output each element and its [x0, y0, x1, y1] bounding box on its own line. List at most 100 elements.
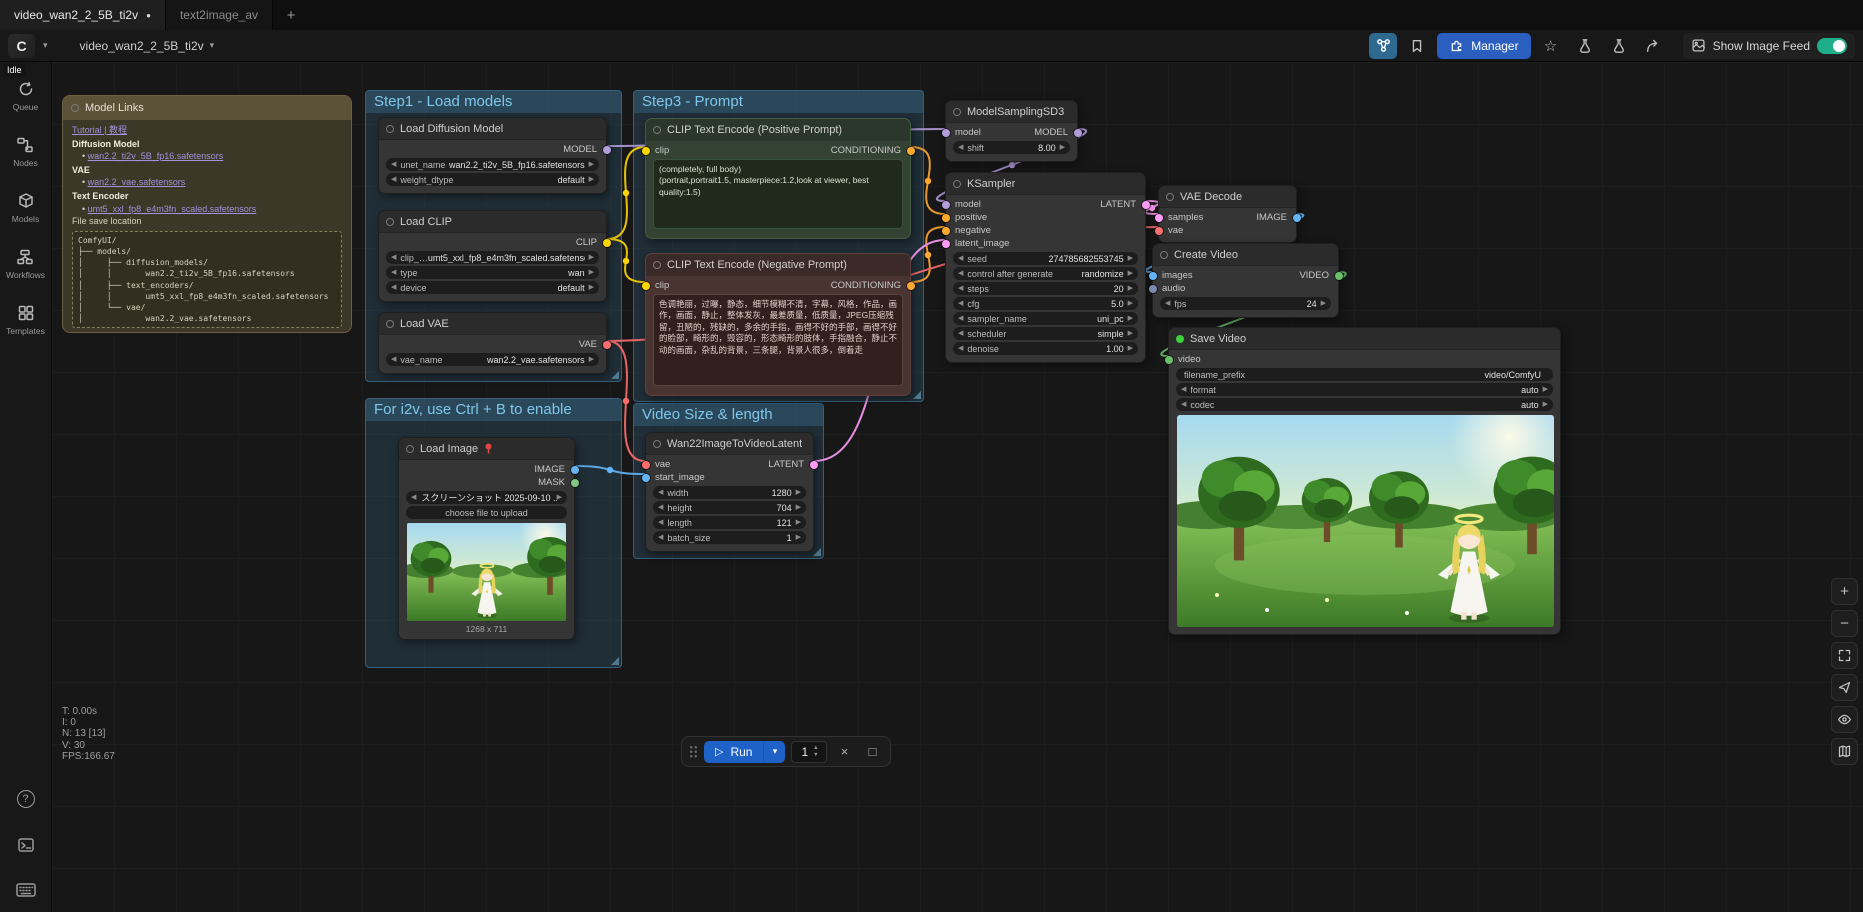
zoom-in-button[interactable]: [1831, 578, 1858, 605]
comfyui-logo[interactable]: C: [8, 34, 35, 58]
prev-arrow-icon[interactable]: [958, 315, 963, 322]
collapse-dot[interactable]: [1166, 193, 1174, 201]
widget-image-file[interactable]: スクリーンショット 2025-09-10 ...: [406, 491, 567, 504]
node-clip-text-encode-positive[interactable]: CLIP Text Encode (Positive Prompt) clip …: [645, 118, 911, 239]
collapse-dot[interactable]: [71, 104, 79, 112]
collapse-dot[interactable]: [1160, 251, 1168, 259]
node-create-video[interactable]: Create Video images VIDEO audio fps24: [1152, 243, 1339, 318]
share-button[interactable]: [1639, 33, 1667, 59]
prev-arrow-icon[interactable]: [958, 255, 963, 262]
output-dot-clip[interactable]: [603, 239, 611, 247]
prompt-textarea[interactable]: (completely, full body) (portrait,portra…: [653, 159, 903, 229]
model-link[interactable]: wan2.2_ti2v_5B_fp16.safetensors: [88, 151, 224, 161]
prev-arrow-icon[interactable]: [411, 494, 416, 501]
next-arrow-icon[interactable]: [1128, 270, 1133, 277]
sidebar-item-nodes[interactable]: Nodes: [13, 136, 38, 168]
output-dot-image[interactable]: [571, 466, 579, 474]
next-arrow-icon[interactable]: [1128, 285, 1133, 292]
node-load-clip[interactable]: Load CLIP CLIP clip_…umt5_xxl_fp8_e4m3fn…: [378, 210, 607, 302]
widget-filename-prefix[interactable]: filename_prefixvideo/ComfyU: [1176, 368, 1553, 381]
prev-arrow-icon[interactable]: [658, 504, 663, 511]
widget-fps[interactable]: fps24: [1160, 297, 1331, 310]
prev-arrow-icon[interactable]: [658, 489, 663, 496]
input-dot-video[interactable]: [1165, 356, 1173, 364]
widget-unet-name[interactable]: unet_namewan2.2_ti2v_5B_fp16.safetensors: [386, 158, 599, 171]
next-arrow-icon[interactable]: [1321, 300, 1326, 307]
collapse-dot[interactable]: [953, 108, 961, 116]
widget-shift[interactable]: shift8.00: [953, 141, 1070, 154]
upload-button[interactable]: choose file to upload: [406, 506, 567, 519]
manager-button[interactable]: Manager: [1437, 33, 1530, 59]
node-header[interactable]: Load CLIP: [379, 211, 606, 233]
fit-view-button[interactable]: [1831, 642, 1858, 669]
increment-icon[interactable]: [813, 745, 818, 752]
node-header[interactable]: Load VAE: [379, 313, 606, 335]
widget-weight-dtype[interactable]: weight_dtypedefault: [386, 173, 599, 186]
prev-arrow-icon[interactable]: [658, 519, 663, 526]
widget-cfg[interactable]: cfg5.0: [953, 297, 1138, 310]
widget-format[interactable]: formatauto: [1176, 383, 1553, 396]
node-model-links-note[interactable]: Model Links Tutorial | 教程 Diffusion Mode…: [62, 95, 352, 333]
node-vae-decode[interactable]: VAE Decode samples IMAGE vae: [1158, 185, 1297, 243]
tutorial-link[interactable]: Tutorial | 教程: [72, 125, 127, 135]
prev-arrow-icon[interactable]: [958, 345, 963, 352]
widget-seed[interactable]: seed274785682553745: [953, 252, 1138, 265]
input-dot-start-image[interactable]: [642, 474, 650, 482]
sidebar-item-models[interactable]: Models: [12, 192, 39, 224]
next-arrow-icon[interactable]: [557, 494, 562, 501]
drag-handle[interactable]: [689, 745, 698, 759]
node-save-video[interactable]: Save Video video filename_prefixvideo/Co…: [1168, 327, 1561, 635]
node-header[interactable]: CLIP Text Encode (Positive Prompt): [646, 119, 910, 141]
prev-arrow-icon[interactable]: [1181, 401, 1186, 408]
decrement-icon[interactable]: [813, 752, 818, 759]
prev-arrow-icon[interactable]: [391, 284, 396, 291]
widget-width[interactable]: width1280: [653, 486, 806, 499]
input-dot-negative[interactable]: [942, 227, 950, 235]
collapse-dot[interactable]: [386, 218, 394, 226]
collapse-dot[interactable]: [406, 445, 414, 453]
widget-clip-name[interactable]: clip_…umt5_xxl_fp8_e4m3fn_scaled.safeten…: [386, 251, 599, 264]
output-dot-model[interactable]: [603, 146, 611, 154]
widget-denoise[interactable]: denoise1.00: [953, 342, 1138, 355]
input-dot-clip[interactable]: [642, 147, 650, 155]
output-dot-conditioning[interactable]: [907, 147, 915, 155]
tab-text2image[interactable]: text2image_av: [166, 0, 273, 30]
prev-arrow-icon[interactable]: [391, 269, 396, 276]
widget-codec[interactable]: codecauto: [1176, 398, 1553, 411]
next-arrow-icon[interactable]: [589, 254, 594, 261]
chevron-down-icon[interactable]: [43, 40, 48, 51]
next-arrow-icon[interactable]: [589, 161, 594, 168]
next-arrow-icon[interactable]: [796, 504, 801, 511]
output-dot-vae[interactable]: [603, 341, 611, 349]
input-dot-vae[interactable]: [642, 461, 650, 469]
collapse-dot[interactable]: [653, 126, 661, 134]
node-load-diffusion-model[interactable]: Load Diffusion Model MODEL unet_namewan2…: [378, 117, 607, 194]
input-dot-clip[interactable]: [642, 282, 650, 290]
toggle-visibility-button[interactable]: [1831, 706, 1858, 733]
output-dot-mask[interactable]: [571, 479, 579, 487]
widget-sampler-name[interactable]: sampler_nameuni_pc: [953, 312, 1138, 325]
output-dot-latent[interactable]: [1142, 201, 1150, 209]
prev-arrow-icon[interactable]: [958, 144, 963, 151]
sidebar-item-queue[interactable]: Queue: [13, 80, 39, 112]
model-link[interactable]: umt5_xxl_fp8_e4m3fn_scaled.safetensors: [88, 204, 257, 214]
model-link[interactable]: wan2.2_vae.safetensors: [88, 177, 186, 187]
widget-batch-size[interactable]: batch_size1: [653, 531, 806, 544]
widget-control-after-generate[interactable]: control after generaterandomize: [953, 267, 1138, 280]
show-image-feed-control[interactable]: Show Image Feed: [1683, 33, 1855, 59]
prev-arrow-icon[interactable]: [1165, 300, 1170, 307]
next-arrow-icon[interactable]: [796, 519, 801, 526]
sidebar-item-templates[interactable]: Templates: [6, 304, 45, 336]
widget-scheduler[interactable]: schedulersimple: [953, 327, 1138, 340]
widget-height[interactable]: height704: [653, 501, 806, 514]
collapse-dot[interactable]: [386, 320, 394, 328]
group-title[interactable]: For i2v, use Ctrl + B to enable: [366, 399, 621, 421]
node-load-image[interactable]: Load Image IMAGE MASK スクリーンショット 2025-09-…: [398, 437, 575, 640]
node-header[interactable]: Create Video: [1153, 244, 1338, 266]
next-arrow-icon[interactable]: [1060, 144, 1065, 151]
image-feed-toggle[interactable]: [1817, 38, 1847, 54]
run-button[interactable]: Run: [704, 741, 763, 763]
output-dot-image[interactable]: [1293, 214, 1301, 222]
next-arrow-icon[interactable]: [1128, 300, 1133, 307]
widget-length[interactable]: length121: [653, 516, 806, 529]
